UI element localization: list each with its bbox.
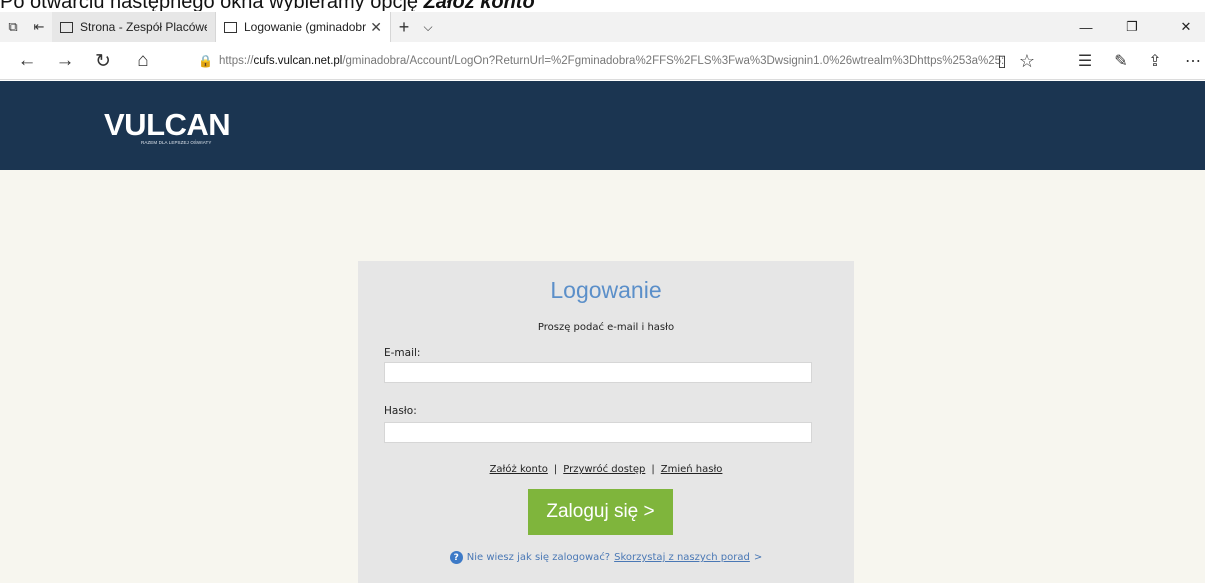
vulcan-logo[interactable]: VULCAN bbox=[104, 107, 231, 143]
separator: | bbox=[553, 464, 558, 475]
tab-strona[interactable]: Strona - Zespół Placówek O bbox=[52, 12, 216, 42]
tab-strip: ⧉ ⇤ Strona - Zespół Placówek O Logowanie… bbox=[0, 12, 1205, 42]
site-header: VULCAN RAZEM DLA LEPSZEJ OŚWIATY bbox=[0, 81, 1205, 170]
password-label: Hasło: bbox=[384, 405, 417, 417]
account-links: Załóż konto | Przywróć dostęp | Zmień hasło bbox=[358, 464, 854, 475]
page-icon bbox=[60, 21, 73, 33]
password-field[interactable] bbox=[384, 422, 812, 443]
help-suffix: > bbox=[753, 552, 763, 563]
login-button[interactable]: Zaloguj się > bbox=[528, 489, 673, 535]
help-question: Nie wiesz jak się zalogować? bbox=[466, 552, 611, 563]
web-note-icon[interactable]: ✎ bbox=[1104, 42, 1138, 80]
tab-logowanie[interactable]: Logowanie (gminadobr ✕ bbox=[216, 12, 391, 42]
favorites-hub-icon[interactable]: ☰ bbox=[1068, 42, 1102, 80]
lock-icon: 🔒 bbox=[198, 54, 213, 68]
email-field[interactable] bbox=[384, 362, 812, 383]
close-tab-icon[interactable]: ✕ bbox=[370, 19, 382, 36]
tab-label: Logowanie (gminadobr bbox=[244, 20, 367, 34]
tab-label: Strona - Zespół Placówek O bbox=[80, 20, 207, 34]
login-title: Logowanie bbox=[550, 277, 662, 303]
help-line: ? Nie wiesz jak się zalogować? Skorzysta… bbox=[358, 551, 854, 564]
chevron-down-icon[interactable]: ⌵ bbox=[417, 20, 439, 35]
help-icon: ? bbox=[449, 551, 463, 564]
create-account-link[interactable]: Załóż konto bbox=[490, 464, 548, 475]
help-link[interactable]: Skorzystaj z naszych porad bbox=[614, 552, 750, 563]
navigation-bar: ← → ↻ ⌂ 🔒 https://cufs.vulcan.net.pl/gmi… bbox=[0, 42, 1205, 80]
url-prefix: https:// bbox=[218, 55, 254, 67]
login-panel: Logowanie Proszę podać e-mail i hasło E-… bbox=[358, 261, 854, 583]
change-password-link[interactable]: Zmień hasło bbox=[661, 464, 723, 475]
login-subtitle: Proszę podać e-mail i hasło bbox=[537, 322, 675, 333]
share-icon[interactable]: ⇪ bbox=[1138, 42, 1172, 80]
address-bar[interactable]: 🔒 https://cufs.vulcan.net.pl/gminadobra/… bbox=[176, 48, 1038, 74]
new-tab-icon[interactable]: + bbox=[391, 17, 417, 38]
favorite-star-icon[interactable]: ☆ bbox=[1010, 42, 1044, 80]
email-label: E-mail: bbox=[384, 347, 421, 359]
url-path: /gminadobra/Account/LogOn?ReturnUrl=%2Fg… bbox=[342, 55, 1005, 67]
caption-text: Po otwarciu następnego okna wybieramy op… bbox=[0, 0, 424, 11]
restore-access-link[interactable]: Przywróć dostęp bbox=[563, 464, 645, 475]
page-icon bbox=[224, 21, 237, 33]
more-icon[interactable]: ⋯ bbox=[1176, 42, 1205, 80]
url-host: cufs.vulcan.net.pl bbox=[253, 55, 343, 67]
tab-preview-icon[interactable]: ⧉ bbox=[0, 12, 26, 42]
separator: | bbox=[651, 464, 655, 475]
back-icon[interactable]: ← bbox=[10, 42, 44, 80]
set-tabs-aside-icon[interactable]: ⇤ bbox=[26, 12, 52, 42]
document-caption: Po otwarciu następnego okna wybieramy op… bbox=[0, 0, 1205, 11]
caption-emphasis: Załóż konto bbox=[423, 0, 535, 11]
minimize-icon[interactable]: — bbox=[1066, 12, 1106, 42]
restore-icon[interactable]: ❐ bbox=[1112, 12, 1152, 42]
refresh-icon[interactable]: ↻ bbox=[86, 42, 120, 80]
home-icon[interactable]: ⌂ bbox=[126, 42, 160, 80]
close-window-icon[interactable]: ✕ bbox=[1166, 12, 1205, 42]
forward-icon[interactable]: → bbox=[48, 42, 82, 80]
logo-tagline: RAZEM DLA LEPSZEJ OŚWIATY bbox=[141, 140, 212, 145]
